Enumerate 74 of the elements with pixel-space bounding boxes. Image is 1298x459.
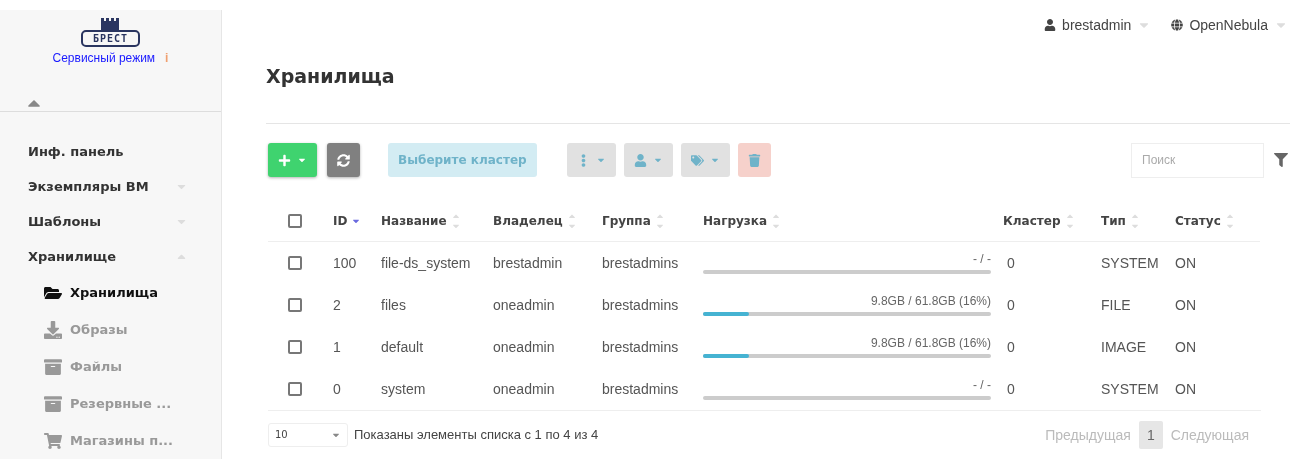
table-cell-text: IMAGE (1101, 338, 1148, 357)
column-header[interactable]: Группа (602, 213, 651, 228)
trash-icon (747, 153, 761, 167)
list-info: Показаны элементы списка с 1 по 4 из 4 (354, 427, 599, 442)
user-icon (1044, 19, 1057, 31)
column-header[interactable]: Кластер (1003, 213, 1061, 228)
nav-item[interactable]: Экземпляры ВМ (28, 169, 188, 204)
checkbox[interactable] (288, 382, 302, 396)
table-cell-text: ON (1175, 254, 1197, 273)
table-cell-text: brestadmins (602, 338, 680, 357)
table-cell-text: 0 (1006, 296, 1016, 315)
logo-text: БРЕСТ (80, 30, 141, 47)
column-header[interactable]: Тип (1101, 213, 1126, 228)
filter-icon[interactable] (1274, 153, 1288, 167)
table-cell-text: 0 (333, 380, 342, 399)
table-cell-text: 0 (1006, 380, 1016, 399)
nav-subitem[interactable]: Хранилища (28, 274, 221, 311)
search-field[interactable]: Поиск (1131, 142, 1264, 178)
table-cell-text: 0 (1006, 338, 1016, 357)
tower-icon (99, 18, 122, 30)
nav-item[interactable]: Хранилище (28, 239, 188, 274)
table-cell-text: FILE (1101, 296, 1132, 315)
table-cell-text: brestadmins (602, 296, 680, 315)
checkbox[interactable] (288, 340, 302, 354)
checkbox[interactable] (288, 298, 302, 312)
checkbox[interactable] (288, 256, 302, 270)
table-cell-text: SYSTEM (1101, 380, 1160, 399)
globe-icon (1171, 19, 1184, 31)
create-button[interactable] (268, 143, 317, 177)
column-header[interactable]: ID (333, 213, 348, 228)
archive-icon (44, 357, 62, 376)
usage-text: 9.8GB / 61.8GB (16%) (869, 294, 991, 308)
cart-icon (44, 431, 62, 450)
table-cell-text: brestadmins (602, 380, 680, 399)
table-cell-text: 100 (333, 254, 358, 273)
table-cell-text: file-ds_system (381, 254, 472, 273)
table-cell-text: 1 (333, 338, 342, 357)
nav-item[interactable]: Инф. панель (28, 134, 188, 169)
usage-text: - / - (972, 252, 991, 266)
table-cell-text: oneadmin (493, 296, 556, 315)
page-button[interactable]: 1 (1138, 420, 1163, 449)
table-cell-text: brestadmins (602, 254, 680, 273)
archive-icon (44, 394, 62, 413)
table-cell-text: oneadmin (493, 338, 556, 357)
refresh-icon (337, 153, 350, 167)
user-icon (633, 153, 647, 167)
table-cell-text: default (381, 338, 425, 357)
column-header[interactable]: Статус (1175, 213, 1221, 228)
usage-text: 9.8GB / 61.8GB (16%) (869, 336, 991, 350)
page-size-select[interactable]: 10 (268, 422, 348, 447)
page-title: Хранилища (266, 40, 1290, 124)
table-cell-text: 0 (1006, 254, 1016, 273)
tag-icon (690, 153, 704, 167)
column-header[interactable]: Владелец (493, 213, 563, 228)
zone-menu[interactable]: OpenNebula (1171, 17, 1288, 33)
table-cell-text: oneadmin (493, 380, 556, 399)
table-cell-text: ON (1175, 296, 1197, 315)
nav-item[interactable]: Шаблоны (28, 204, 188, 239)
table-cell-text: brestadmin (493, 254, 564, 273)
table-cell-text: SYSTEM (1101, 254, 1160, 273)
table-cell-text: ON (1175, 338, 1197, 357)
usage-text: - / - (972, 378, 991, 392)
mode-label: Сервисный режим (52, 51, 156, 65)
table-cell-text: files (381, 296, 407, 315)
checkbox[interactable] (288, 213, 302, 228)
refresh-button[interactable] (327, 143, 360, 177)
user-menu[interactable]: brestadmin (1044, 17, 1152, 33)
column-header[interactable]: Название (381, 213, 447, 228)
plus-icon (278, 153, 291, 167)
table-cell-text: ON (1175, 380, 1197, 399)
column-header[interactable]: Нагрузка (703, 213, 768, 228)
download-icon (44, 320, 62, 339)
table-cell-text: 2 (333, 296, 342, 315)
table-cell-text: system (381, 380, 427, 399)
